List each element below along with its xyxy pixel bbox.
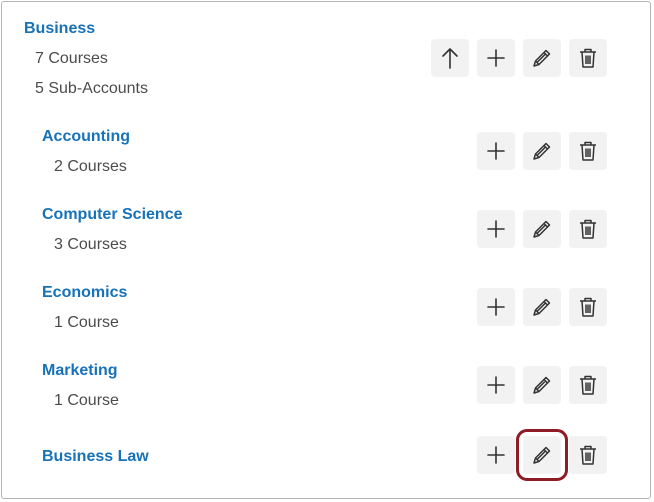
parent-course-count: 7 Courses	[35, 50, 108, 67]
add-sub-account-button[interactable]	[477, 132, 515, 170]
trash-icon	[578, 374, 598, 396]
edit-account-button[interactable]	[523, 39, 561, 77]
account-tree-panel: Business 7 Courses 5 Sub-Accounts Accoun…	[1, 1, 651, 499]
trash-icon	[578, 140, 598, 162]
plus-icon	[487, 49, 505, 67]
pencil-icon	[531, 374, 553, 396]
sub-account-link[interactable]: Marketing	[42, 362, 118, 380]
add-sub-account-button[interactable]	[477, 210, 515, 248]
parent-account-link[interactable]: Business	[24, 20, 95, 38]
trash-icon	[578, 218, 598, 240]
edit-account-button[interactable]	[523, 132, 561, 170]
pencil-icon	[531, 47, 553, 69]
parent-sub-account-count: 5 Sub-Accounts	[35, 80, 148, 97]
sub-account-course-count: 3 Courses	[54, 236, 127, 253]
pencil-icon	[531, 444, 553, 466]
sub-account-course-count: 1 Course	[54, 392, 119, 409]
edit-account-button[interactable]	[523, 288, 561, 326]
delete-account-button[interactable]	[569, 210, 607, 248]
trash-icon	[578, 444, 598, 466]
sub-account-course-count: 2 Courses	[54, 158, 127, 175]
arrow-up-icon	[441, 47, 459, 69]
sub-account-link[interactable]: Economics	[42, 284, 127, 302]
sub-account-link[interactable]: Accounting	[42, 128, 130, 146]
add-sub-account-button[interactable]	[477, 39, 515, 77]
plus-icon	[487, 446, 505, 464]
delete-account-button[interactable]	[569, 366, 607, 404]
edit-account-button[interactable]	[523, 366, 561, 404]
sub-account-course-count: 1 Course	[54, 314, 119, 331]
delete-account-button[interactable]	[569, 288, 607, 326]
delete-account-button[interactable]	[569, 436, 607, 474]
plus-icon	[487, 220, 505, 238]
edit-account-button[interactable]	[523, 210, 561, 248]
pencil-icon	[531, 218, 553, 240]
trash-icon	[578, 296, 598, 318]
delete-account-button[interactable]	[569, 132, 607, 170]
sub-account-link[interactable]: Business Law	[42, 448, 149, 466]
pencil-icon	[531, 296, 553, 318]
sub-account-link[interactable]: Computer Science	[42, 206, 182, 224]
add-sub-account-button[interactable]	[477, 288, 515, 326]
add-sub-account-button[interactable]	[477, 366, 515, 404]
delete-account-button[interactable]	[569, 39, 607, 77]
plus-icon	[487, 142, 505, 160]
trash-icon	[578, 47, 598, 69]
plus-icon	[487, 376, 505, 394]
add-sub-account-button[interactable]	[477, 436, 515, 474]
edit-account-button-highlighted[interactable]	[516, 429, 568, 481]
pencil-icon	[531, 140, 553, 162]
move-up-button[interactable]	[431, 39, 469, 77]
plus-icon	[487, 298, 505, 316]
